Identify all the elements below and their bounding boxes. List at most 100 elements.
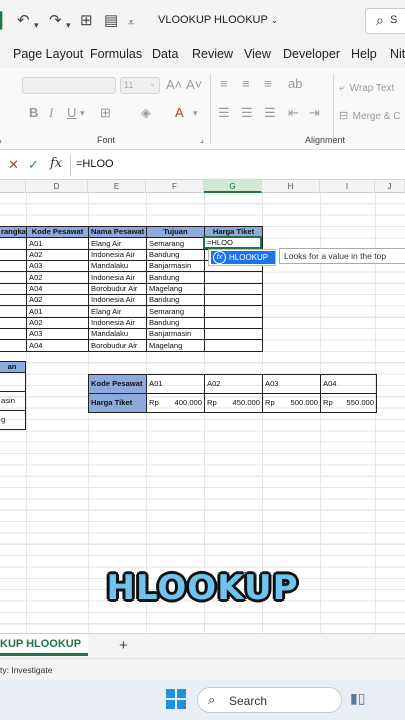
decrease-indent-icon[interactable]: ⇤ <box>288 105 299 121</box>
tab-nit[interactable]: Nit <box>390 47 405 61</box>
tab-data[interactable]: Data <box>152 47 178 61</box>
table-cell[interactable]: A04 <box>26 339 89 352</box>
table-cell[interactable]: Indonesia Air <box>88 271 147 284</box>
column-header-c[interactable] <box>0 180 26 193</box>
form-icon[interactable]: ▤ <box>104 12 118 30</box>
customize-toolbar-icon[interactable]: ⩡ <box>128 14 134 32</box>
align-center-icon[interactable]: ☰ <box>241 105 253 121</box>
table-cell[interactable]: Magelang <box>146 282 205 296</box>
table-cell[interactable]: A02 <box>26 248 89 262</box>
table-cell[interactable]: Indonesia Air <box>88 294 147 307</box>
tab-help[interactable]: Help <box>351 47 377 61</box>
lookup-price-cell[interactable]: Rp 500.000 <box>262 393 321 413</box>
table-cell[interactable] <box>0 237 27 250</box>
increase-indent-icon[interactable]: ⇥ <box>309 105 320 121</box>
table-cell[interactable]: Indonesia Air <box>88 248 147 262</box>
font-name-dropdown[interactable] <box>22 77 116 94</box>
font-color-icon[interactable]: A <box>175 105 184 121</box>
formula-input[interactable]: =HLOO <box>76 158 114 170</box>
column-header-g[interactable]: G <box>204 180 262 193</box>
borders-icon[interactable]: ⊞ <box>100 105 111 121</box>
table-cell[interactable]: A03 <box>26 328 89 341</box>
underline-icon[interactable]: U <box>67 105 76 121</box>
autocomplete-item-hlookup[interactable]: fx HLOOKUP <box>211 251 275 264</box>
left-table-cell[interactable]: g <box>0 410 26 431</box>
font-launcher-icon[interactable]: ⌟ <box>200 135 204 144</box>
active-cell[interactable]: =HLOO <box>203 236 262 249</box>
italic-icon[interactable]: I <box>49 105 53 121</box>
table-cell[interactable]: Banjarmasin <box>146 328 205 341</box>
table-cell-harga[interactable] <box>204 328 263 341</box>
table-cell[interactable] <box>0 305 27 318</box>
sheet-tab-active[interactable]: KUP HLOOKUP <box>0 634 88 656</box>
column-header-f[interactable]: F <box>146 180 204 193</box>
table-cell[interactable]: A04 <box>26 282 89 296</box>
increase-font-icon[interactable]: A˄ <box>166 77 182 93</box>
table-cell[interactable]: Bandung <box>146 316 205 330</box>
align-right-icon[interactable]: ☰ <box>264 105 276 121</box>
lookup-price-cell[interactable]: Rp 550.000 <box>320 393 377 413</box>
orientation-icon[interactable]: ab <box>288 76 302 92</box>
undo-icon[interactable]: ↶ <box>17 12 30 30</box>
table-cell-harga[interactable] <box>204 305 263 318</box>
add-sheet-icon[interactable]: + <box>119 637 128 654</box>
table-cell[interactable]: Bandung <box>146 294 205 307</box>
table-cell[interactable]: A03 <box>26 260 89 273</box>
column-header-j[interactable]: J <box>375 180 405 193</box>
column-header-i[interactable]: I <box>320 180 375 193</box>
windows-start-icon[interactable] <box>166 689 186 709</box>
table-cell-harga[interactable] <box>204 282 263 296</box>
table-cell[interactable] <box>0 316 27 330</box>
table-cell[interactable]: Borobudur Air <box>88 282 147 296</box>
left-table-cell[interactable] <box>0 372 26 393</box>
taskbar-search[interactable]: ⌕ Search <box>197 687 342 713</box>
table-cell[interactable]: Mandalaku <box>88 328 147 341</box>
align-left-icon[interactable]: ☰ <box>218 105 230 121</box>
lookup-code-cell[interactable]: A03 <box>262 374 321 394</box>
table-cell-harga[interactable] <box>204 316 263 330</box>
table-cell[interactable]: Indonesia Air <box>88 316 147 330</box>
font-size-dropdown[interactable]: 11 ⌄ <box>120 77 160 94</box>
bold-icon[interactable]: B <box>29 105 38 121</box>
decrease-font-icon[interactable]: A˅ <box>186 77 202 93</box>
table-cell[interactable]: Semarang <box>146 237 205 250</box>
table-cell[interactable]: Elang Air <box>88 305 147 318</box>
document-title[interactable]: VLOOKUP HLOOKUP ⌄ <box>158 14 278 26</box>
enter-icon[interactable]: ✓ <box>28 157 39 173</box>
table-cell[interactable]: Elang Air <box>88 237 147 250</box>
taskbar-apps-icon[interactable]: ▮▯ <box>350 690 365 707</box>
lookup-code-cell[interactable]: A01 <box>146 374 205 394</box>
lookup-code-cell[interactable]: A02 <box>204 374 263 394</box>
align-middle-icon[interactable]: ≡ <box>242 76 250 92</box>
column-header-d[interactable]: D <box>26 180 88 193</box>
table-cell-harga[interactable] <box>204 271 263 284</box>
redo-dropdown-icon[interactable]: ▾ <box>66 16 71 34</box>
table-cell[interactable]: Banjarmasin <box>146 260 205 273</box>
search-button[interactable]: ⌕ S <box>365 8 405 34</box>
table-cell[interactable]: Semarang <box>146 305 205 318</box>
table-cell[interactable] <box>0 294 27 307</box>
underline-dropdown-icon[interactable]: ▾ <box>80 105 85 121</box>
table-cell-harga[interactable] <box>204 294 263 307</box>
table-cell-harga[interactable] <box>204 339 263 352</box>
table-cell[interactable]: A02 <box>26 316 89 330</box>
table-cell[interactable]: A01 <box>26 237 89 250</box>
font-color-dropdown-icon[interactable]: ▾ <box>193 105 198 121</box>
clipboard-launcher-icon[interactable]: ⌟ <box>0 135 2 144</box>
undo-dropdown-icon[interactable]: ▾ <box>34 16 39 34</box>
table-cell[interactable] <box>0 248 27 262</box>
table-cell[interactable]: A01 <box>26 305 89 318</box>
table-cell[interactable]: A02 <box>26 294 89 307</box>
table-cell[interactable]: Mandalaku <box>88 260 147 273</box>
redo-icon[interactable]: ↷ <box>49 12 62 30</box>
lookup-price-cell[interactable]: Rp 450.000 <box>204 393 263 413</box>
align-top-icon[interactable]: ≡ <box>220 76 228 92</box>
table-cell[interactable]: Borobudur Air <box>88 339 147 352</box>
table-cell[interactable]: Magelang <box>146 339 205 352</box>
column-header-h[interactable]: H <box>262 180 320 193</box>
tab-formulas[interactable]: Formulas <box>90 47 142 61</box>
tab-page-layout[interactable]: Page Layout <box>13 47 83 61</box>
left-table-cell[interactable]: asin <box>0 391 26 412</box>
fill-color-icon[interactable]: ◈ <box>141 105 151 121</box>
table-cell[interactable] <box>0 271 27 284</box>
